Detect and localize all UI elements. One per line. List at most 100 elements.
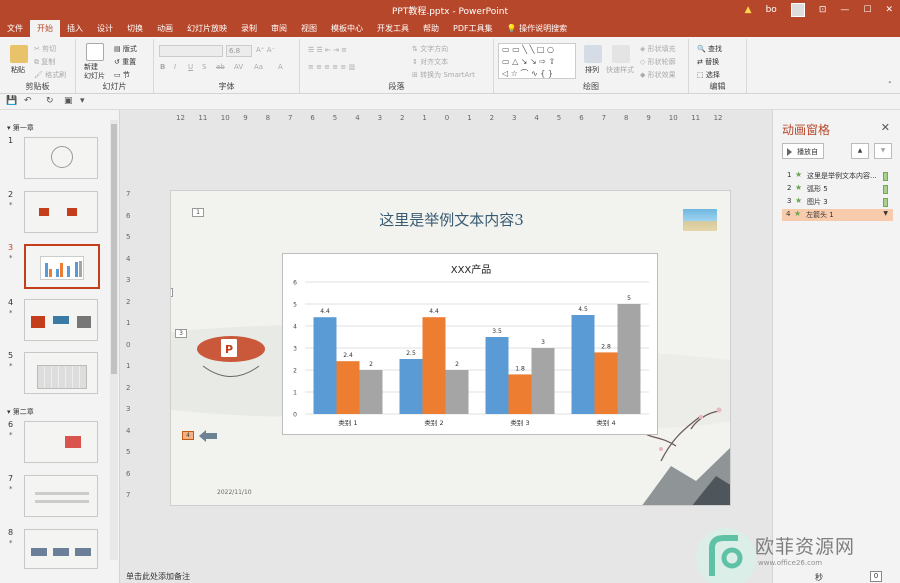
avatar[interactable] <box>790 3 805 17</box>
reset-button[interactable]: ↺ 重置 <box>114 57 136 67</box>
animation-item-4[interactable]: 4 ★ 左箭头 1 ▼ <box>782 209 893 221</box>
section-chapter-1[interactable]: ▾ 第一章 <box>7 123 34 133</box>
chart-object[interactable]: XXX产品 0 1 2 3 4 5 6 4.4 2.4 2 类别 1 2.5 4.4 2 类别 2 3.5 1.… <box>282 253 658 435</box>
start-slideshow-icon[interactable]: ▣ <box>64 96 73 106</box>
arrange-button[interactable]: 排列 <box>585 65 599 75</box>
notes-placeholder[interactable]: 单击此处添加备注 <box>126 571 190 582</box>
paste-button[interactable]: 粘贴 <box>11 65 25 75</box>
slide-thumb-3[interactable] <box>24 244 100 289</box>
slide-thumb-7[interactable] <box>24 475 98 517</box>
slide-title[interactable]: 这里是举例文本内容3 <box>171 209 730 230</box>
left-arrow-shape[interactable] <box>199 429 219 443</box>
slide-thumb-6[interactable] <box>24 421 98 463</box>
char-spacing-button[interactable]: AV <box>234 63 243 71</box>
close-icon[interactable]: ✕ <box>885 5 893 15</box>
tab-view[interactable]: 视图 <box>294 20 324 37</box>
bullets-button[interactable]: ☰ ☰ ⇤ ⇥ ≡ <box>308 46 347 54</box>
font-size-field[interactable]: 6.8 <box>226 45 252 57</box>
move-down-button[interactable]: ▼ <box>874 143 892 159</box>
slide-thumb-8[interactable] <box>24 529 98 569</box>
format-painter-button[interactable]: 🖌 格式刷 <box>34 70 66 80</box>
tab-help[interactable]: 帮助 <box>416 20 446 37</box>
find-button[interactable]: 🔍 查找 <box>697 44 722 54</box>
slide-anim-star-3: * <box>9 254 13 262</box>
section-chapter-2[interactable]: ▾ 第二章 <box>7 407 34 417</box>
ribbon-display-icon[interactable]: ⊡ <box>819 5 827 15</box>
dropdown-arrow-icon[interactable]: ▼ <box>883 210 888 217</box>
slide-thumb-2[interactable] <box>24 191 98 233</box>
animation-item-3[interactable]: 3 ★ 图片 3 <box>783 196 894 208</box>
play-from-button[interactable]: 播放自 <box>782 143 824 159</box>
thumbnail-scrollbar[interactable] <box>110 120 118 560</box>
animation-tag-4[interactable]: 4 <box>182 431 194 440</box>
powerpoint-logo-graphic[interactable]: P <box>191 331 271 381</box>
data-label: 5 <box>627 295 631 302</box>
smartart-button[interactable]: ⊞ 转换为 SmartArt <box>412 70 475 80</box>
change-case-button[interactable]: Aa <box>254 63 263 71</box>
shape-fill-button[interactable]: ◈ 形状填充 <box>640 44 676 54</box>
more-commands-icon[interactable]: ▾ <box>80 96 85 106</box>
minimize-icon[interactable]: — <box>840 5 849 15</box>
select-button[interactable]: ⬚ 选择 <box>697 70 720 80</box>
tab-design[interactable]: 设计 <box>90 20 120 37</box>
tab-file[interactable]: 文件 <box>0 20 30 37</box>
paste-icon[interactable] <box>10 45 28 63</box>
align-text-button[interactable]: ⇕ 对齐文本 <box>412 57 448 67</box>
tab-pdf-tools[interactable]: PDF工具集 <box>446 20 500 37</box>
save-icon[interactable]: 💾 <box>6 96 17 106</box>
strikethrough-button[interactable]: ab <box>216 63 225 71</box>
underline-button[interactable]: U <box>188 63 193 71</box>
animation-item-label: 弧形 5 <box>807 185 828 193</box>
slide-thumb-1[interactable] <box>24 137 98 179</box>
quick-styles-button[interactable]: 快速样式 <box>606 65 634 75</box>
animation-tag-1[interactable]: 1 <box>192 208 204 217</box>
move-up-button[interactable]: ▲ <box>851 143 869 159</box>
align-buttons[interactable]: ≡ ≡ ≡ ≡ ≡ ▥ <box>308 63 355 71</box>
new-slide-button[interactable]: 新建 幻灯片 <box>84 63 105 81</box>
scrollbar-thumb[interactable] <box>111 124 117 374</box>
new-slide-icon[interactable] <box>86 43 104 61</box>
warning-icon[interactable]: ▲ <box>745 5 752 15</box>
redo-icon[interactable]: ↻ <box>46 96 54 106</box>
beach-picture[interactable] <box>683 209 717 231</box>
animation-item-1[interactable]: 1 ★ 这里是举例文本内容... <box>783 170 894 182</box>
slide-canvas[interactable]: 这里是举例文本内容3 1 3 4 P 2022/11/10 XXX产品 0123… <box>170 190 731 506</box>
tab-developer[interactable]: 开发工具 <box>370 20 416 37</box>
copy-button[interactable]: ⧉ 复制 <box>34 57 55 67</box>
italic-button[interactable]: I <box>174 63 176 71</box>
close-pane-icon[interactable]: ✕ <box>881 121 890 134</box>
font-grow-button[interactable]: A⁺ A⁻ <box>256 46 275 54</box>
tab-transitions[interactable]: 切换 <box>120 20 150 37</box>
slide-thumb-4[interactable] <box>24 299 98 341</box>
maximize-icon[interactable]: ☐ <box>863 5 871 15</box>
tab-slideshow[interactable]: 幻灯片放映 <box>180 20 234 37</box>
tab-record[interactable]: 录制 <box>234 20 264 37</box>
cut-button[interactable]: ✂ 剪切 <box>34 44 56 54</box>
font-name-field[interactable] <box>159 45 223 57</box>
quick-styles-icon[interactable] <box>612 45 630 63</box>
text-direction-button[interactable]: ⇅ 文字方向 <box>412 44 448 54</box>
tab-templates[interactable]: 模板中心 <box>324 20 370 37</box>
font-color-button[interactable]: A <box>278 63 283 71</box>
shapes-gallery[interactable]: ▭ ▭ ╲ ╲ □ ○ ▭ △ ↘ ↘ ⇨ ⇧ ◁ ☆ ⌒ ∿ { } <box>498 43 576 79</box>
replace-button[interactable]: ⇄ 替换 <box>697 57 719 67</box>
layout-button[interactable]: ▤ 版式 <box>114 44 137 54</box>
section-button[interactable]: ▭ 节 <box>114 70 130 80</box>
tab-animations[interactable]: 动画 <box>150 20 180 37</box>
tab-insert[interactable]: 插入 <box>60 20 90 37</box>
shape-outline-button[interactable]: ◇ 形状轮廓 <box>640 57 676 67</box>
thumb-bar <box>67 266 70 277</box>
user-name[interactable]: bo <box>766 5 777 15</box>
tell-me-search[interactable]: 💡 操作说明搜索 <box>500 20 575 37</box>
animation-item-2[interactable]: 2 ★ 弧形 5 <box>783 183 894 195</box>
collapse-ribbon-icon[interactable]: ˄ <box>888 81 892 89</box>
slide-thumb-5[interactable] <box>24 352 98 394</box>
shape-effects-button[interactable]: ◆ 形状效果 <box>640 70 676 80</box>
tab-home[interactable]: 开始 <box>30 20 60 37</box>
shadow-button[interactable]: S <box>202 63 206 71</box>
bold-button[interactable]: B <box>160 63 165 71</box>
undo-icon[interactable]: ↶ <box>24 96 32 106</box>
animation-tag-3[interactable]: 3 <box>175 329 187 338</box>
tab-review[interactable]: 审阅 <box>264 20 294 37</box>
arrange-icon[interactable] <box>584 45 602 63</box>
